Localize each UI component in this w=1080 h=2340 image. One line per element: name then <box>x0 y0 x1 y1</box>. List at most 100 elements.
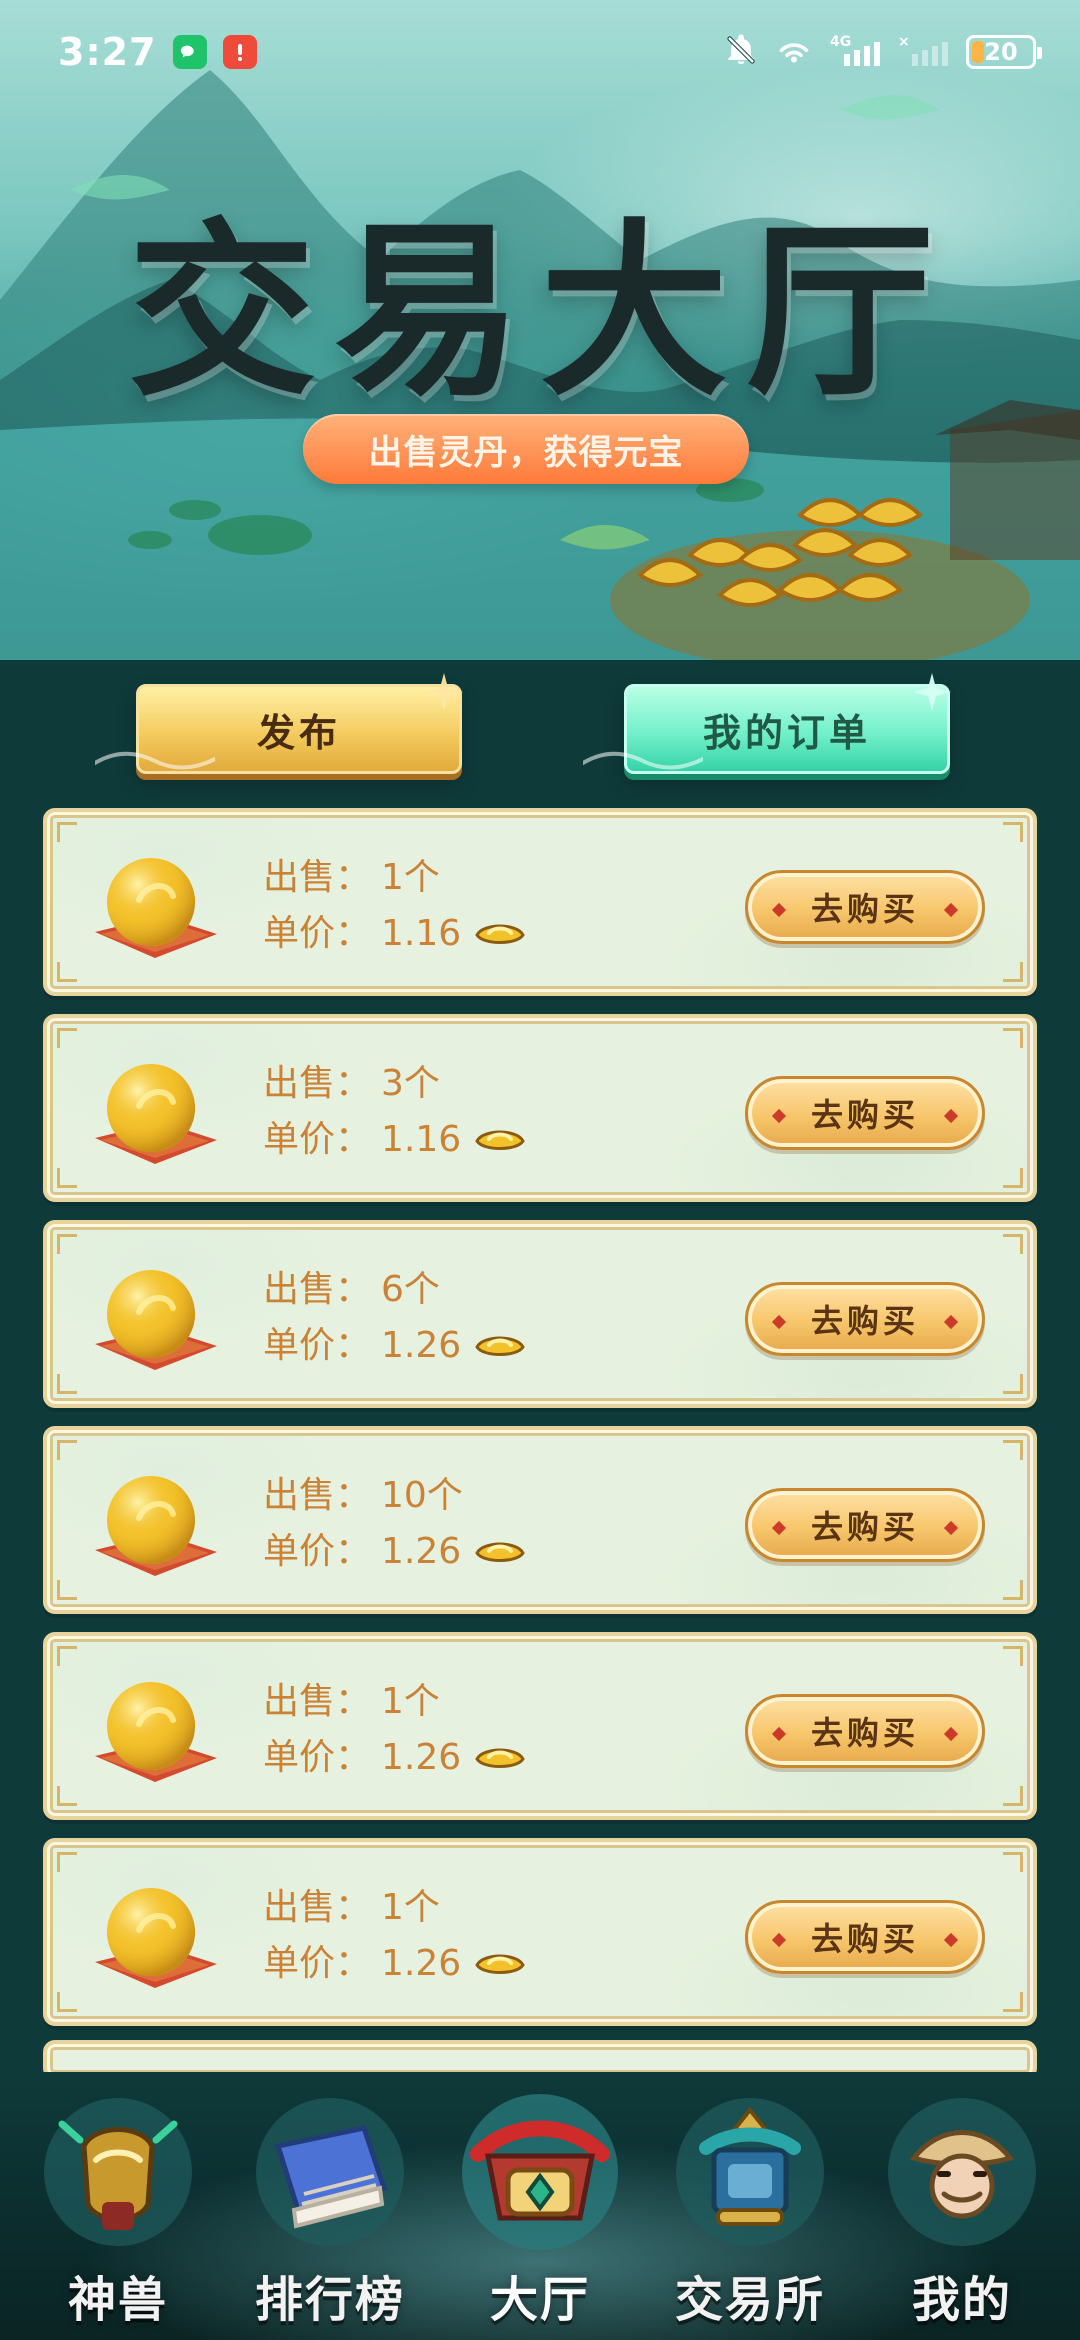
nav-item-exchange[interactable]: 交易所 <box>652 2084 848 2334</box>
buy-button[interactable]: 去购买 <box>745 1900 985 1974</box>
gold-ingot-icon <box>475 924 525 944</box>
ribbon-icon <box>583 751 703 770</box>
status-right: 4G × 20 <box>724 32 1042 72</box>
listing-info: 出售： 6个 单价： 1.26 <box>263 1262 623 1374</box>
sell-label: 出售： <box>263 1063 372 1104</box>
diamond-icon <box>943 1520 959 1536</box>
svg-text:4G: 4G <box>830 34 851 50</box>
listing-info: 出售： 1个 单价： 1.26 <box>263 1880 623 1992</box>
bell-muted-icon <box>724 33 758 71</box>
unit-price-line: 单价： 1.16 <box>263 1112 623 1168</box>
status-left: 3:27 <box>58 30 257 74</box>
listing-card: 出售： 1个 单价： 1.16 去购买 <box>43 808 1037 996</box>
gold-ingot-icon <box>475 1748 525 1768</box>
signal-no-service-icon: × <box>898 32 950 72</box>
gold-ingot-icon <box>475 1130 525 1150</box>
card-corner <box>1003 1852 1023 1872</box>
diamond-icon <box>771 1314 787 1330</box>
unit-price: 1.26 <box>381 1531 462 1572</box>
card-corner <box>57 822 77 842</box>
my-orders-button[interactable]: 我的订单 <box>583 673 951 774</box>
price-label: 单价： <box>263 1943 372 1984</box>
nav-item-leaderboard[interactable]: 排行榜 <box>232 2084 428 2334</box>
card-corner <box>1003 1786 1023 1806</box>
card-corner <box>57 1852 77 1872</box>
price-label: 单价： <box>263 1325 372 1366</box>
diamond-icon <box>771 1520 787 1536</box>
sparkle-icon <box>425 673 463 711</box>
listing-card: 出售： 1个 单价： 1.26 去购买 <box>43 1838 1037 2026</box>
card-corner <box>57 1234 77 1254</box>
price-label: 单价： <box>263 1119 372 1160</box>
nav-label: 排行榜 <box>254 2272 405 2328</box>
hero-subtitle-pill: 出售灵丹，获得元宝 <box>303 414 749 484</box>
spirit-pill-icon <box>77 1464 227 1590</box>
sell-label: 出售： <box>263 1269 372 1310</box>
buy-label: 去购买 <box>810 1920 919 1958</box>
nav-item-hall[interactable]: 大厅 <box>442 2084 638 2334</box>
card-corner <box>1003 1234 1023 1254</box>
diamond-icon <box>943 1726 959 1742</box>
unit-price-line: 单价： 1.16 <box>263 906 623 962</box>
buy-label: 去购买 <box>810 1302 919 1340</box>
buy-button[interactable]: 去购买 <box>745 1488 985 1562</box>
publish-label: 发布 <box>256 709 341 755</box>
battery-level <box>972 41 984 63</box>
card-corner <box>1003 1992 1023 2012</box>
battery-tip <box>1037 47 1042 59</box>
unit-price-line: 单价： 1.26 <box>263 1524 623 1580</box>
sell-quantity: 3个 <box>381 1063 440 1104</box>
spirit-pill-icon <box>77 1876 227 2002</box>
unit-price: 1.26 <box>381 1325 462 1366</box>
listing-info: 出售： 1个 单价： 1.26 <box>263 1674 623 1786</box>
sparkle-icon <box>913 673 951 711</box>
publish-button[interactable]: 发布 <box>95 673 463 774</box>
card-corner <box>57 1374 77 1394</box>
price-label: 单价： <box>263 913 372 954</box>
buy-button[interactable]: 去购买 <box>745 1076 985 1150</box>
unit-price-line: 单价： 1.26 <box>263 1730 623 1786</box>
spirit-pill-icon <box>77 846 227 972</box>
unit-price-line: 单价： 1.26 <box>263 1318 623 1374</box>
sell-quantity: 1个 <box>381 1887 440 1928</box>
card-corner <box>1003 822 1023 842</box>
buy-button[interactable]: 去购买 <box>745 1694 985 1768</box>
card-corner <box>1003 962 1023 982</box>
sell-quantity: 1个 <box>381 857 440 898</box>
diamond-icon <box>771 1108 787 1124</box>
sell-label: 出售： <box>263 1887 372 1928</box>
card-corner <box>57 1440 77 1460</box>
listing-scroll-area[interactable]: 出售： 1个 单价： 1.16 去购买 出售： 3个 单价： 1.16 去购买 … <box>0 780 1080 2072</box>
unit-price-line: 单价： 1.26 <box>263 1936 623 1992</box>
wechat-icon <box>172 35 207 69</box>
battery-icon: 20 <box>966 35 1042 69</box>
sell-quantity-line: 出售： 1个 <box>263 1880 623 1936</box>
unit-price: 1.26 <box>381 1943 462 1984</box>
status-bar: 3:27 4G × 20 <box>0 0 1080 104</box>
sell-quantity-line: 出售： 10个 <box>263 1468 623 1524</box>
buy-label: 去购买 <box>810 1096 919 1134</box>
nav-label: 神兽 <box>67 2272 168 2328</box>
buy-label: 去购买 <box>810 890 919 928</box>
buy-label: 去购买 <box>810 1508 919 1546</box>
diamond-icon <box>943 1314 959 1330</box>
listing-card: 出售： 1个 单价： 1.26 去购买 <box>43 1632 1037 1820</box>
sell-quantity-line: 出售： 1个 <box>263 1674 623 1730</box>
buy-button[interactable]: 去购买 <box>745 870 985 944</box>
hall-pavilion-icon <box>462 2094 618 2250</box>
diamond-icon <box>943 902 959 918</box>
diamond-icon <box>771 1932 787 1948</box>
listing-card: 出售： 6个 单价： 1.26 去购买 <box>43 1220 1037 1408</box>
beast-icon <box>44 2098 192 2246</box>
diamond-icon <box>943 1108 959 1124</box>
unit-price: 1.26 <box>381 1737 462 1778</box>
card-corner <box>1003 1168 1023 1188</box>
buy-button[interactable]: 去购买 <box>745 1282 985 1356</box>
price-label: 单价： <box>263 1737 372 1778</box>
nav-item-shenshou[interactable]: 神兽 <box>20 2084 216 2334</box>
nav-item-profile[interactable]: 我的 <box>864 2084 1060 2334</box>
status-time: 3:27 <box>58 30 157 74</box>
spirit-pill-icon <box>77 1052 227 1178</box>
card-corner <box>57 1028 77 1048</box>
nav-label: 我的 <box>911 2272 1012 2328</box>
